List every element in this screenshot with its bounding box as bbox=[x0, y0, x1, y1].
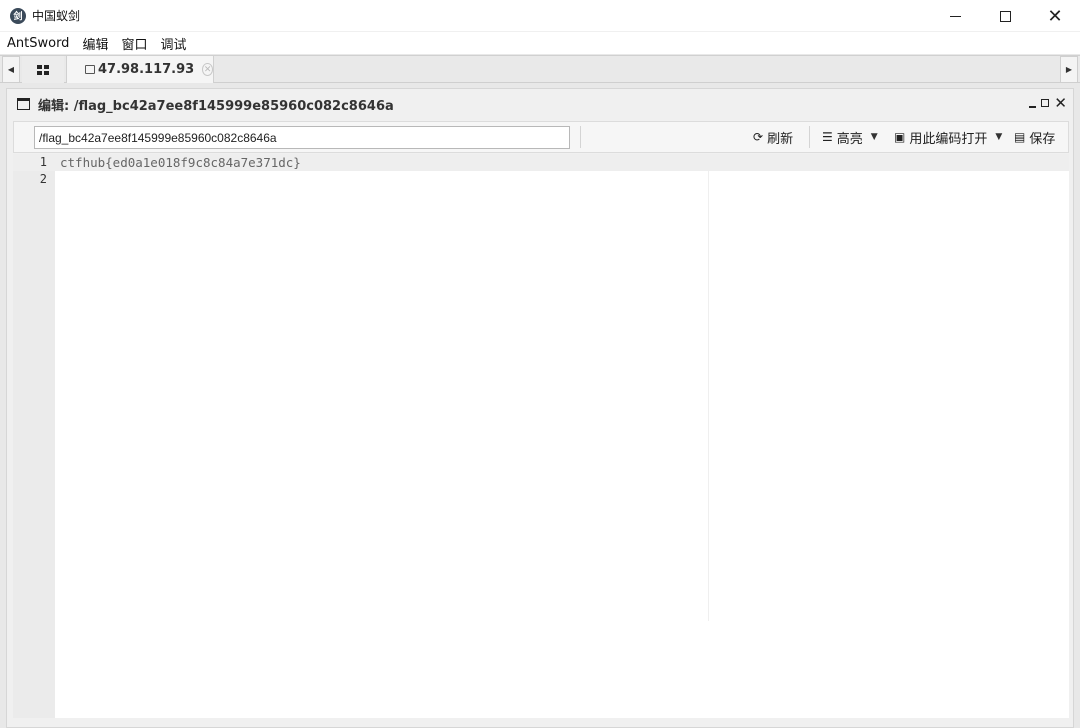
save-label: 保存 bbox=[1029, 131, 1056, 147]
grid-icon bbox=[37, 64, 49, 75]
save-button[interactable]: ▤ 保存 bbox=[1014, 122, 1055, 152]
line-number: 2 bbox=[39, 172, 47, 186]
window-controls: ✕ bbox=[930, 0, 1080, 32]
app-logo-icon: 剑 bbox=[10, 7, 26, 24]
refresh-icon: ⟳ bbox=[753, 130, 764, 144]
list-icon: ☰ bbox=[822, 130, 833, 144]
print-margin-line bbox=[708, 171, 709, 621]
window-icon bbox=[17, 98, 30, 110]
panel-restore-icon[interactable] bbox=[1041, 99, 1050, 107]
toolbar-divider bbox=[580, 126, 581, 148]
menu-item-debug[interactable]: 调试 bbox=[160, 34, 186, 53]
encoding-icon: ▣ bbox=[894, 130, 906, 144]
window-title: 中国蚁剑 bbox=[32, 9, 81, 23]
tab-scroll-right-button[interactable]: ▶ bbox=[1060, 56, 1078, 83]
panel-close-icon[interactable]: ✕ bbox=[1054, 96, 1067, 111]
highlight-dropdown[interactable]: ☰ 高亮 ▼ bbox=[822, 122, 878, 152]
tab-host[interactable]: 47.98.117.93 ✕ bbox=[66, 56, 214, 83]
editor-panel: 编辑: /flag_bc42a7ee8f145999e85960c082c864… bbox=[6, 88, 1074, 728]
maximize-button[interactable] bbox=[980, 0, 1030, 32]
code-editor[interactable]: 1 ctfhub{ed0a1e018f9c8c84a7e371dc} 2 bbox=[13, 154, 1069, 718]
close-button[interactable]: ✕ bbox=[1030, 0, 1080, 32]
minimize-button[interactable] bbox=[930, 0, 980, 32]
editor-gutter bbox=[13, 154, 55, 718]
panel-minimize-icon[interactable] bbox=[1029, 105, 1037, 108]
minimize-icon bbox=[949, 15, 961, 17]
panel-title: 编辑: /flag_bc42a7ee8f145999e85960c082c864… bbox=[38, 98, 394, 114]
folder-icon bbox=[85, 65, 95, 74]
right-arrow-icon: ▶ bbox=[1065, 65, 1073, 74]
toolbar-divider bbox=[809, 126, 810, 148]
line-content[interactable]: ctfhub{ed0a1e018f9c8c84a7e371dc} bbox=[60, 154, 301, 171]
close-icon: ✕ bbox=[1047, 5, 1063, 27]
maximize-icon bbox=[999, 10, 1011, 22]
refresh-button[interactable]: ⟳ 刷新 bbox=[753, 122, 793, 152]
title-bar: 剑 中国蚁剑 ✕ bbox=[0, 0, 1080, 32]
open-with-encoding-dropdown[interactable]: ▣ 用此编码打开 ▼ bbox=[894, 122, 1002, 152]
left-arrow-icon: ◀ bbox=[7, 65, 15, 74]
path-input[interactable] bbox=[34, 126, 570, 149]
refresh-label: 刷新 bbox=[767, 131, 794, 147]
app-logo-glyph: 剑 bbox=[13, 12, 23, 22]
line-number: 1 bbox=[39, 155, 47, 169]
tab-host-label: 47.98.117.93 bbox=[97, 62, 195, 77]
editor-line[interactable]: 1 ctfhub{ed0a1e018f9c8c84a7e371dc} bbox=[13, 154, 1069, 171]
tab-home[interactable] bbox=[22, 56, 64, 83]
chevron-down-icon: ▼ bbox=[995, 132, 1003, 142]
menu-item-window[interactable]: 窗口 bbox=[121, 34, 147, 53]
tab-close-icon[interactable]: ✕ bbox=[202, 63, 213, 76]
panel-header: 编辑: /flag_bc42a7ee8f145999e85960c082c864… bbox=[7, 89, 1073, 119]
tab-scroll-left-button[interactable]: ◀ bbox=[2, 56, 20, 83]
menu-item-antsword[interactable]: AntSword bbox=[7, 36, 69, 51]
panel-controls: ✕ bbox=[1029, 96, 1067, 111]
highlight-label: 高亮 bbox=[836, 131, 863, 147]
chevron-down-icon: ▼ bbox=[870, 132, 878, 142]
menu-item-edit[interactable]: 编辑 bbox=[82, 34, 108, 53]
save-icon: ▤ bbox=[1014, 130, 1026, 144]
tab-bar: ◀ 47.98.117.93 ✕ ▶ bbox=[0, 55, 1080, 83]
editor-line[interactable]: 2 bbox=[13, 171, 1069, 188]
editor-toolbar: ⟳ 刷新 ☰ 高亮 ▼ ▣ 用此编码打开 ▼ ▤ 保存 bbox=[13, 121, 1069, 153]
menu-bar: AntSword 编辑 窗口 调试 bbox=[0, 32, 1080, 54]
open-with-encoding-label: 用此编码打开 bbox=[909, 131, 988, 147]
